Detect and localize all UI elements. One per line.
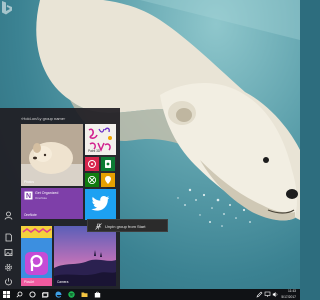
windows-logo-icon <box>3 291 10 298</box>
power-icon[interactable] <box>4 277 13 286</box>
photos-tile-label: Photos <box>24 180 34 184</box>
xbox-icon <box>87 175 97 185</box>
solitaire-tile[interactable] <box>101 157 115 171</box>
spotify-icon <box>68 291 75 298</box>
tile-group-name-field[interactable]: ‹Hold-on/Ly group name› <box>21 115 91 123</box>
pictures-icon[interactable] <box>4 248 13 257</box>
cortana-icon <box>29 291 36 298</box>
taskbar-cortana-button[interactable] <box>26 289 39 300</box>
store-icon <box>94 291 101 298</box>
onenote-tile[interactable]: N Get Organized OneNote OneNote <box>21 188 83 219</box>
picsart-app-image <box>21 226 52 286</box>
volume-icon[interactable] <box>272 291 279 298</box>
sunset-photo-image <box>54 226 116 286</box>
file-explorer-icon <box>81 292 88 297</box>
onenote-icon: N <box>24 191 33 200</box>
clock-date: 5/17/2017 <box>281 294 296 299</box>
picsart-tile[interactable]: PicsArt <box>21 226 52 286</box>
paint3d-tile-label: Paint 3D <box>88 149 101 153</box>
bing-logo-icon <box>2 1 12 15</box>
taskbar-search-button[interactable] <box>13 289 26 300</box>
twitter-bird-icon <box>91 195 110 211</box>
start-menu: ‹Hold-on/Ly group name› Photos Paint 3D <box>0 108 120 289</box>
paint3d-tile[interactable]: Paint 3D <box>85 124 116 155</box>
start-left-rail <box>0 108 17 289</box>
maps-tile[interactable] <box>101 173 115 187</box>
search-icon <box>16 291 23 298</box>
network-icon[interactable] <box>264 291 271 298</box>
groove-music-icon <box>88 160 96 168</box>
taskbar-file-explorer-button[interactable] <box>78 289 91 300</box>
taskbar-task-view-button[interactable] <box>39 289 52 300</box>
task-view-icon <box>42 292 49 298</box>
pen-icon[interactable] <box>256 291 263 298</box>
groove-tile[interactable] <box>85 157 99 171</box>
unpin-group-label: Unpin group from Start <box>105 224 146 229</box>
picsart-tile-label: PicsArt <box>24 280 35 284</box>
onenote-tile-title: Get Organized <box>35 191 59 195</box>
xbox-tile[interactable] <box>85 173 99 187</box>
camera-tile[interactable]: Camera <box>54 226 116 286</box>
svg-text:N: N <box>26 193 31 200</box>
unpin-icon <box>95 223 102 230</box>
twitter-tile[interactable] <box>85 189 116 220</box>
taskbar: 11:43 5/17/2017 <box>0 289 300 300</box>
taskbar-store-button[interactable] <box>91 289 104 300</box>
maps-icon <box>105 176 111 184</box>
puppy-photo-image <box>21 124 83 186</box>
solitaire-icon <box>105 160 111 168</box>
onenote-tile-subtitle: OneNote <box>35 196 48 200</box>
onenote-tile-label: OneNote <box>24 213 37 217</box>
avatar-icon[interactable] <box>4 211 13 220</box>
settings-icon[interactable] <box>4 263 13 272</box>
unpin-group-menu-item[interactable]: Unpin group from Start <box>87 219 168 232</box>
taskbar-spotify-button[interactable] <box>65 289 78 300</box>
start-button[interactable] <box>0 289 13 300</box>
edge-icon <box>55 291 62 298</box>
taskbar-clock[interactable]: 11:43 5/17/2017 <box>281 289 296 300</box>
document-icon[interactable] <box>4 233 13 242</box>
camera-tile-label: Camera <box>57 280 69 284</box>
taskbar-edge-button[interactable] <box>52 289 65 300</box>
photos-tile[interactable]: Photos <box>21 124 83 186</box>
